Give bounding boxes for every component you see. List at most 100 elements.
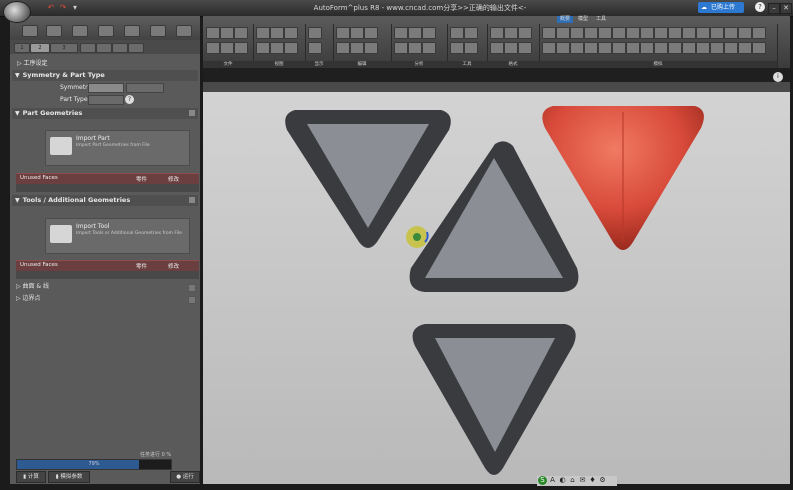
ribbon-tool-button[interactable] (284, 27, 298, 39)
ribbon-tool-button[interactable] (710, 27, 724, 39)
tri-gray-up-center[interactable] (409, 141, 579, 292)
ribbon-tool-button[interactable] (518, 42, 532, 54)
ribbon-tool-button[interactable] (668, 27, 682, 39)
ribbon-tool-button[interactable] (422, 42, 436, 54)
app-logo-icon[interactable] (3, 1, 31, 23)
ribbon-tool-button[interactable] (542, 42, 556, 54)
layout-icon[interactable] (124, 25, 140, 37)
moon-icon[interactable]: ◐ (558, 476, 567, 485)
section-tools-header[interactable]: ▼ Tools / Additional Geometries (12, 195, 198, 206)
ribbon-tool-button[interactable] (350, 42, 364, 54)
undo-icon[interactable]: ↶ (46, 3, 56, 12)
ribbon-tool-button[interactable] (584, 27, 598, 39)
ribbon-tab-tools[interactable]: 工具 (593, 16, 609, 23)
compute-button[interactable]: ▮ 计算 (16, 471, 46, 483)
section-close-icon[interactable] (189, 110, 195, 116)
symmetry-toggle-group[interactable] (88, 83, 124, 93)
part-type-select[interactable] (88, 95, 124, 105)
ribbon-tool-button[interactable] (598, 27, 612, 39)
tri-red-down-right[interactable] (542, 106, 704, 250)
section-part-geometries-header[interactable]: ▼ Part Geometries (12, 108, 198, 119)
ribbon-tool-button[interactable] (570, 27, 584, 39)
ribbon-tool-button[interactable] (364, 42, 378, 54)
import-tool-card[interactable]: Import Tool Import Tools or Additional G… (45, 218, 190, 254)
part-tool-button[interactable]: 零件 (136, 175, 147, 183)
text-icon[interactable]: A (548, 476, 557, 485)
ribbon-tool-button[interactable] (408, 42, 422, 54)
run-icon[interactable] (72, 25, 88, 37)
ribbon-tool-button[interactable] (696, 42, 710, 54)
ribbon-tool-button[interactable] (490, 42, 504, 54)
ribbon-tool-button[interactable] (256, 42, 270, 54)
list-item[interactable]: ▷ 边界点 (16, 293, 199, 305)
ribbon-tool-button[interactable] (394, 42, 408, 54)
ribbon-tool-button[interactable] (752, 27, 766, 39)
3d-viewport[interactable] (203, 92, 790, 484)
ribbon-tool-button[interactable] (752, 42, 766, 54)
viewport-info-icon[interactable]: i (773, 72, 783, 82)
ribbon-tool-button[interactable] (394, 27, 408, 39)
minimize-button[interactable]: – (768, 3, 780, 14)
list-checkbox[interactable] (188, 284, 196, 292)
ribbon-tool-button[interactable] (724, 27, 738, 39)
ribbon-tool-button[interactable] (626, 42, 640, 54)
ribbon-tool-button[interactable] (518, 27, 532, 39)
diamond-icon[interactable]: ♦ (588, 476, 597, 485)
ribbon-tool-button[interactable] (556, 27, 570, 39)
viewport-scene[interactable] (203, 92, 790, 484)
ribbon-tool-button[interactable] (450, 27, 464, 39)
ribbon-tool-button[interactable] (336, 27, 350, 39)
ribbon-tool-button[interactable] (640, 27, 654, 39)
close-button[interactable]: ✕ (780, 3, 792, 14)
ribbon-tool-button[interactable] (504, 42, 518, 54)
ribbon-tool-button[interactable] (738, 42, 752, 54)
ribbon-tab-overview[interactable]: 概要 (557, 16, 574, 23)
folder-icon[interactable] (22, 25, 38, 37)
ribbon-tool-button[interactable] (450, 42, 464, 54)
help-icon[interactable]: ? (755, 2, 765, 12)
list-checkbox[interactable] (188, 296, 196, 304)
ribbon-tool-button[interactable] (612, 27, 626, 39)
ribbon-tool-button[interactable] (220, 42, 234, 54)
ribbon-tool-button[interactable] (220, 27, 234, 39)
ribbon-tool-button[interactable] (284, 42, 298, 54)
ribbon-tool-button[interactable] (206, 27, 220, 39)
tab-icon-b[interactable] (96, 43, 112, 53)
ribbon-tool-button[interactable] (556, 42, 570, 54)
section-symmetry-header[interactable]: ▼ Symmetry & Part Type (12, 70, 198, 81)
ribbon-tool-button[interactable] (682, 27, 696, 39)
ribbon-tool-button[interactable] (464, 42, 478, 54)
tool-icon[interactable] (98, 25, 114, 37)
gear-icon[interactable]: ⚙ (598, 476, 607, 485)
ribbon-tab-model[interactable]: 模型 (575, 16, 591, 23)
redo-icon[interactable]: ↷ (58, 3, 68, 12)
import-part-card[interactable]: Import Part Import Part Geometries from … (45, 130, 190, 166)
ribbon-tool-button[interactable] (640, 42, 654, 54)
tab-2[interactable]: 2 (30, 43, 50, 53)
tri-gray-down-bottom[interactable] (412, 324, 576, 475)
ribbon-tool-button[interactable] (408, 27, 422, 39)
ribbon-tool-button[interactable] (464, 27, 478, 39)
ribbon-tool-button[interactable] (724, 42, 738, 54)
sim-params-button[interactable]: ▮ 模拟参数 (48, 471, 90, 483)
tri-gray-down-left[interactable] (285, 110, 451, 248)
ribbon-tool-button[interactable] (612, 42, 626, 54)
ribbon-tool-button[interactable] (234, 42, 248, 54)
ribbon-tool-button[interactable] (682, 42, 696, 54)
snap-icon[interactable]: S (538, 476, 547, 485)
tool-modify-button[interactable]: 修改 (168, 262, 179, 270)
mail-icon[interactable]: ✉ (578, 476, 587, 485)
ribbon-tool-button[interactable] (336, 42, 350, 54)
ribbon-tool-button[interactable] (490, 27, 504, 39)
upload-badge-button[interactable]: ☁ 已购上传 (698, 2, 744, 13)
ribbon-tool-button[interactable] (542, 27, 556, 39)
ribbon-tool-button[interactable] (422, 27, 436, 39)
ribbon-tool-button[interactable] (598, 42, 612, 54)
window-icon[interactable] (150, 25, 166, 37)
section-close-icon[interactable] (189, 197, 195, 203)
ribbon-tool-button[interactable] (654, 27, 668, 39)
ribbon-tool-button[interactable] (234, 27, 248, 39)
ribbon-tool-button[interactable] (504, 27, 518, 39)
part-modify-button[interactable]: 修改 (168, 175, 179, 183)
ribbon-tool-button[interactable] (364, 27, 378, 39)
